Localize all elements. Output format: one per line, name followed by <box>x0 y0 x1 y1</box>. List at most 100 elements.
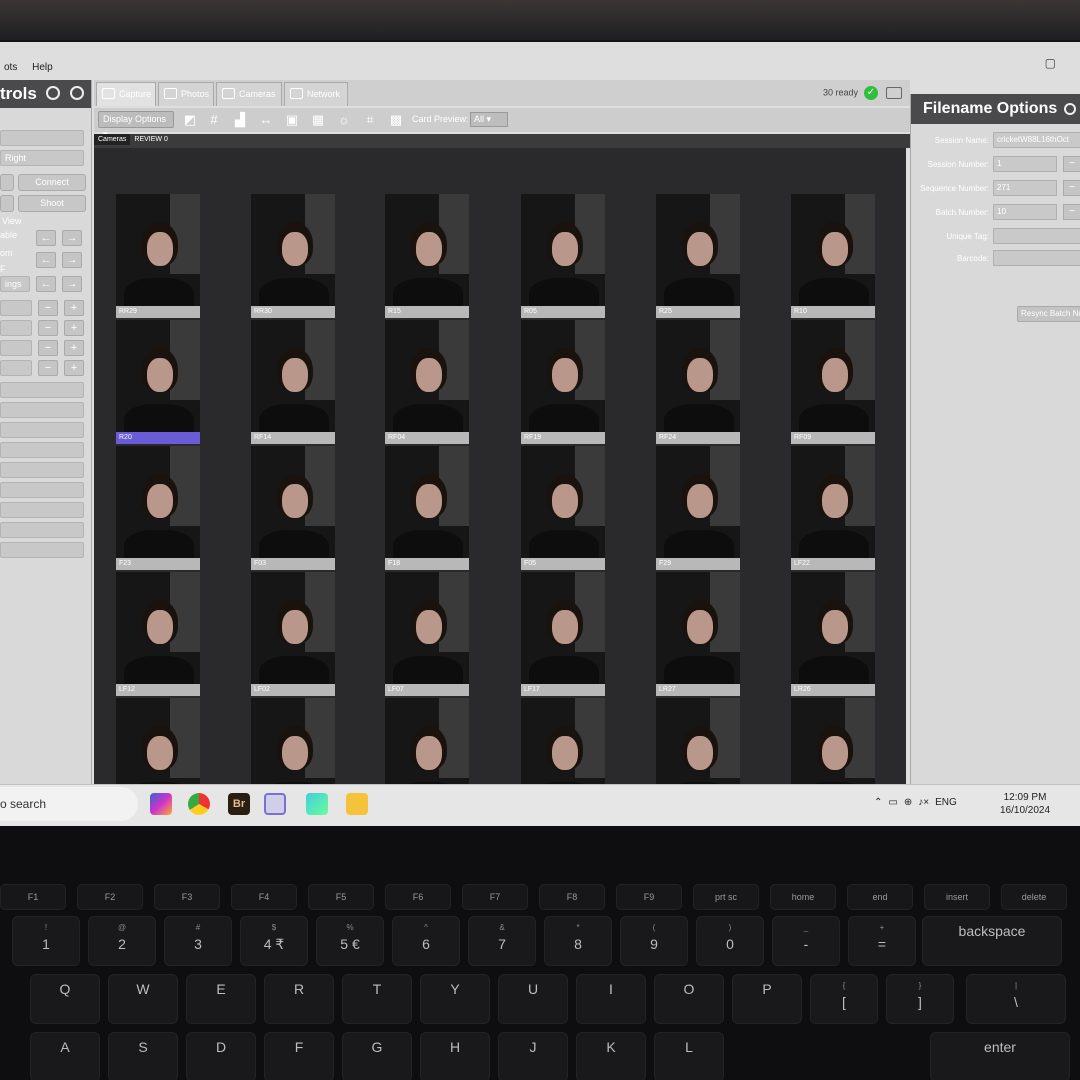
param-dropdown-2[interactable] <box>0 320 32 336</box>
battery-icon[interactable]: ▭ <box>888 797 897 808</box>
number-key[interactable]: @2 <box>88 916 156 966</box>
tab-photos[interactable]: Photos <box>158 82 214 106</box>
globe-icon[interactable]: ⊕ <box>904 797 912 808</box>
letter-key[interactable]: W <box>108 974 178 1024</box>
thumbnail[interactable]: F03 <box>251 446 335 570</box>
setting-row-7[interactable] <box>0 502 84 518</box>
thumbnail[interactable]: LF17 <box>521 572 605 696</box>
letter-key[interactable]: R <box>264 974 334 1024</box>
bracket-key[interactable]: {[ <box>810 974 878 1024</box>
menu-item-tools[interactable]: ots <box>4 62 17 73</box>
card-preview-select[interactable]: All ▾ <box>470 112 508 127</box>
thumbnail[interactable]: RR30 <box>251 194 335 318</box>
param-dropdown-1[interactable] <box>0 300 32 316</box>
thumbnail[interactable]: L16 <box>116 698 200 792</box>
dropdown-right[interactable]: Right <box>0 150 84 166</box>
letter-key[interactable]: U <box>498 974 568 1024</box>
function-key[interactable]: delete <box>1001 884 1067 910</box>
number-key[interactable]: $4 ₹ <box>240 916 308 966</box>
backspace-key[interactable]: backspace <box>922 916 1062 966</box>
arrow-left-button[interactable]: ← <box>36 230 56 246</box>
thumbnail[interactable]: LR26 <box>791 572 875 696</box>
subtab-review[interactable]: REVIEW 0 <box>130 134 171 145</box>
display-options-dropdown[interactable]: Display Options ▾ <box>98 111 174 139</box>
function-key[interactable]: F7 <box>462 884 528 910</box>
backslash-key[interactable]: | \ <box>966 974 1066 1024</box>
bracket-key[interactable]: }] <box>886 974 954 1024</box>
setting-row-3[interactable] <box>0 422 84 438</box>
shoot-button[interactable]: Shoot <box>18 195 86 212</box>
arrow-left-button-2[interactable]: ← <box>36 252 56 268</box>
arrow-right-button[interactable]: → <box>62 230 82 246</box>
thumbnail[interactable]: RF04 <box>385 320 469 444</box>
menu-item-help[interactable]: Help <box>32 62 53 73</box>
file-explorer-icon[interactable] <box>346 793 368 815</box>
setting-row-8[interactable] <box>0 522 84 538</box>
thumbnail[interactable]: RR29 <box>116 194 200 318</box>
thumbnail[interactable]: RF19 <box>521 320 605 444</box>
letter-key[interactable]: E <box>186 974 256 1024</box>
param-dropdown-4[interactable] <box>0 360 32 376</box>
function-key[interactable]: F2 <box>77 884 143 910</box>
tab-cameras[interactable]: Cameras <box>216 82 282 106</box>
thumbnail[interactable]: R20 <box>116 320 200 444</box>
letter-key[interactable]: A <box>30 1032 100 1080</box>
function-key[interactable]: F1 <box>0 884 66 910</box>
settings-dropdown[interactable]: ings <box>0 276 30 292</box>
number-key[interactable]: + = <box>848 916 916 966</box>
thumbnail[interactable]: F23 <box>116 446 200 570</box>
thumbnail[interactable]: L06 <box>656 698 740 792</box>
volume-mute-icon[interactable]: ♪× <box>918 797 929 808</box>
thumbnail[interactable]: LF12 <box>116 572 200 696</box>
number-key[interactable]: ^ 6 <box>392 916 460 966</box>
enter-key[interactable]: enter <box>930 1032 1070 1080</box>
setting-row-2[interactable] <box>0 402 84 418</box>
thumbnail[interactable]: F05 <box>521 446 605 570</box>
letter-key[interactable]: O <box>654 974 724 1024</box>
letter-key[interactable]: P <box>732 974 802 1024</box>
thumbnail[interactable]: LF22 <box>791 446 875 570</box>
chrome-icon[interactable] <box>188 793 210 815</box>
number-key[interactable]: _ - <box>772 916 840 966</box>
letter-key[interactable]: H <box>420 1032 490 1080</box>
plus-button-1[interactable]: + <box>64 300 84 316</box>
brightness-icon[interactable]: ☼ <box>336 112 352 128</box>
plus-button-4[interactable]: + <box>64 360 84 376</box>
tab-capture[interactable]: Capture <box>96 82 156 106</box>
function-key[interactable]: prt sc <box>693 884 759 910</box>
thumbnail[interactable]: RF24 <box>656 320 740 444</box>
overlay-icon[interactable]: ▣ <box>284 112 300 128</box>
photos-app-icon[interactable] <box>306 793 328 815</box>
batch-number-field[interactable]: 10 <box>993 204 1057 220</box>
connect-button[interactable]: Connect <box>18 174 86 191</box>
histogram-icon[interactable]: ▟ <box>232 112 248 128</box>
letter-key[interactable]: J <box>498 1032 568 1080</box>
number-key[interactable]: (9 <box>620 916 688 966</box>
button-left-2[interactable] <box>0 195 14 212</box>
thumbnail[interactable]: L21 <box>251 698 335 792</box>
chevron-up-icon[interactable]: ⌃ <box>874 797 882 808</box>
thumbnail[interactable]: F13 <box>791 698 875 792</box>
settings-icon-right[interactable] <box>1064 103 1076 115</box>
taskbar-search[interactable]: o search <box>0 787 138 821</box>
plus-button-3[interactable]: + <box>64 340 84 356</box>
minus-button-3[interactable]: − <box>38 340 58 356</box>
resize-icon[interactable]: ↔ <box>258 112 274 128</box>
number-key[interactable]: * 8 <box>544 916 612 966</box>
thumbnail[interactable]: F29 <box>656 446 740 570</box>
copilot-icon[interactable] <box>150 793 172 815</box>
number-key[interactable]: ) 0 <box>696 916 764 966</box>
batch-number-minus[interactable]: − <box>1063 204 1080 220</box>
session-number-field[interactable]: 1 <box>993 156 1057 172</box>
minus-button-2[interactable]: − <box>38 320 58 336</box>
sequence-number-field[interactable]: 271 <box>993 180 1057 196</box>
contrast-icon[interactable]: ◩ <box>182 112 198 128</box>
arrow-right-button-3[interactable]: → <box>62 276 82 292</box>
function-key[interactable]: F8 <box>539 884 605 910</box>
function-key[interactable]: home <box>770 884 836 910</box>
minus-button-1[interactable]: − <box>38 300 58 316</box>
dropdown-1[interactable] <box>0 130 84 146</box>
subtab-cameras[interactable]: Cameras <box>94 134 131 145</box>
unique-tag-field[interactable] <box>993 228 1080 244</box>
function-key[interactable]: F5 <box>308 884 374 910</box>
